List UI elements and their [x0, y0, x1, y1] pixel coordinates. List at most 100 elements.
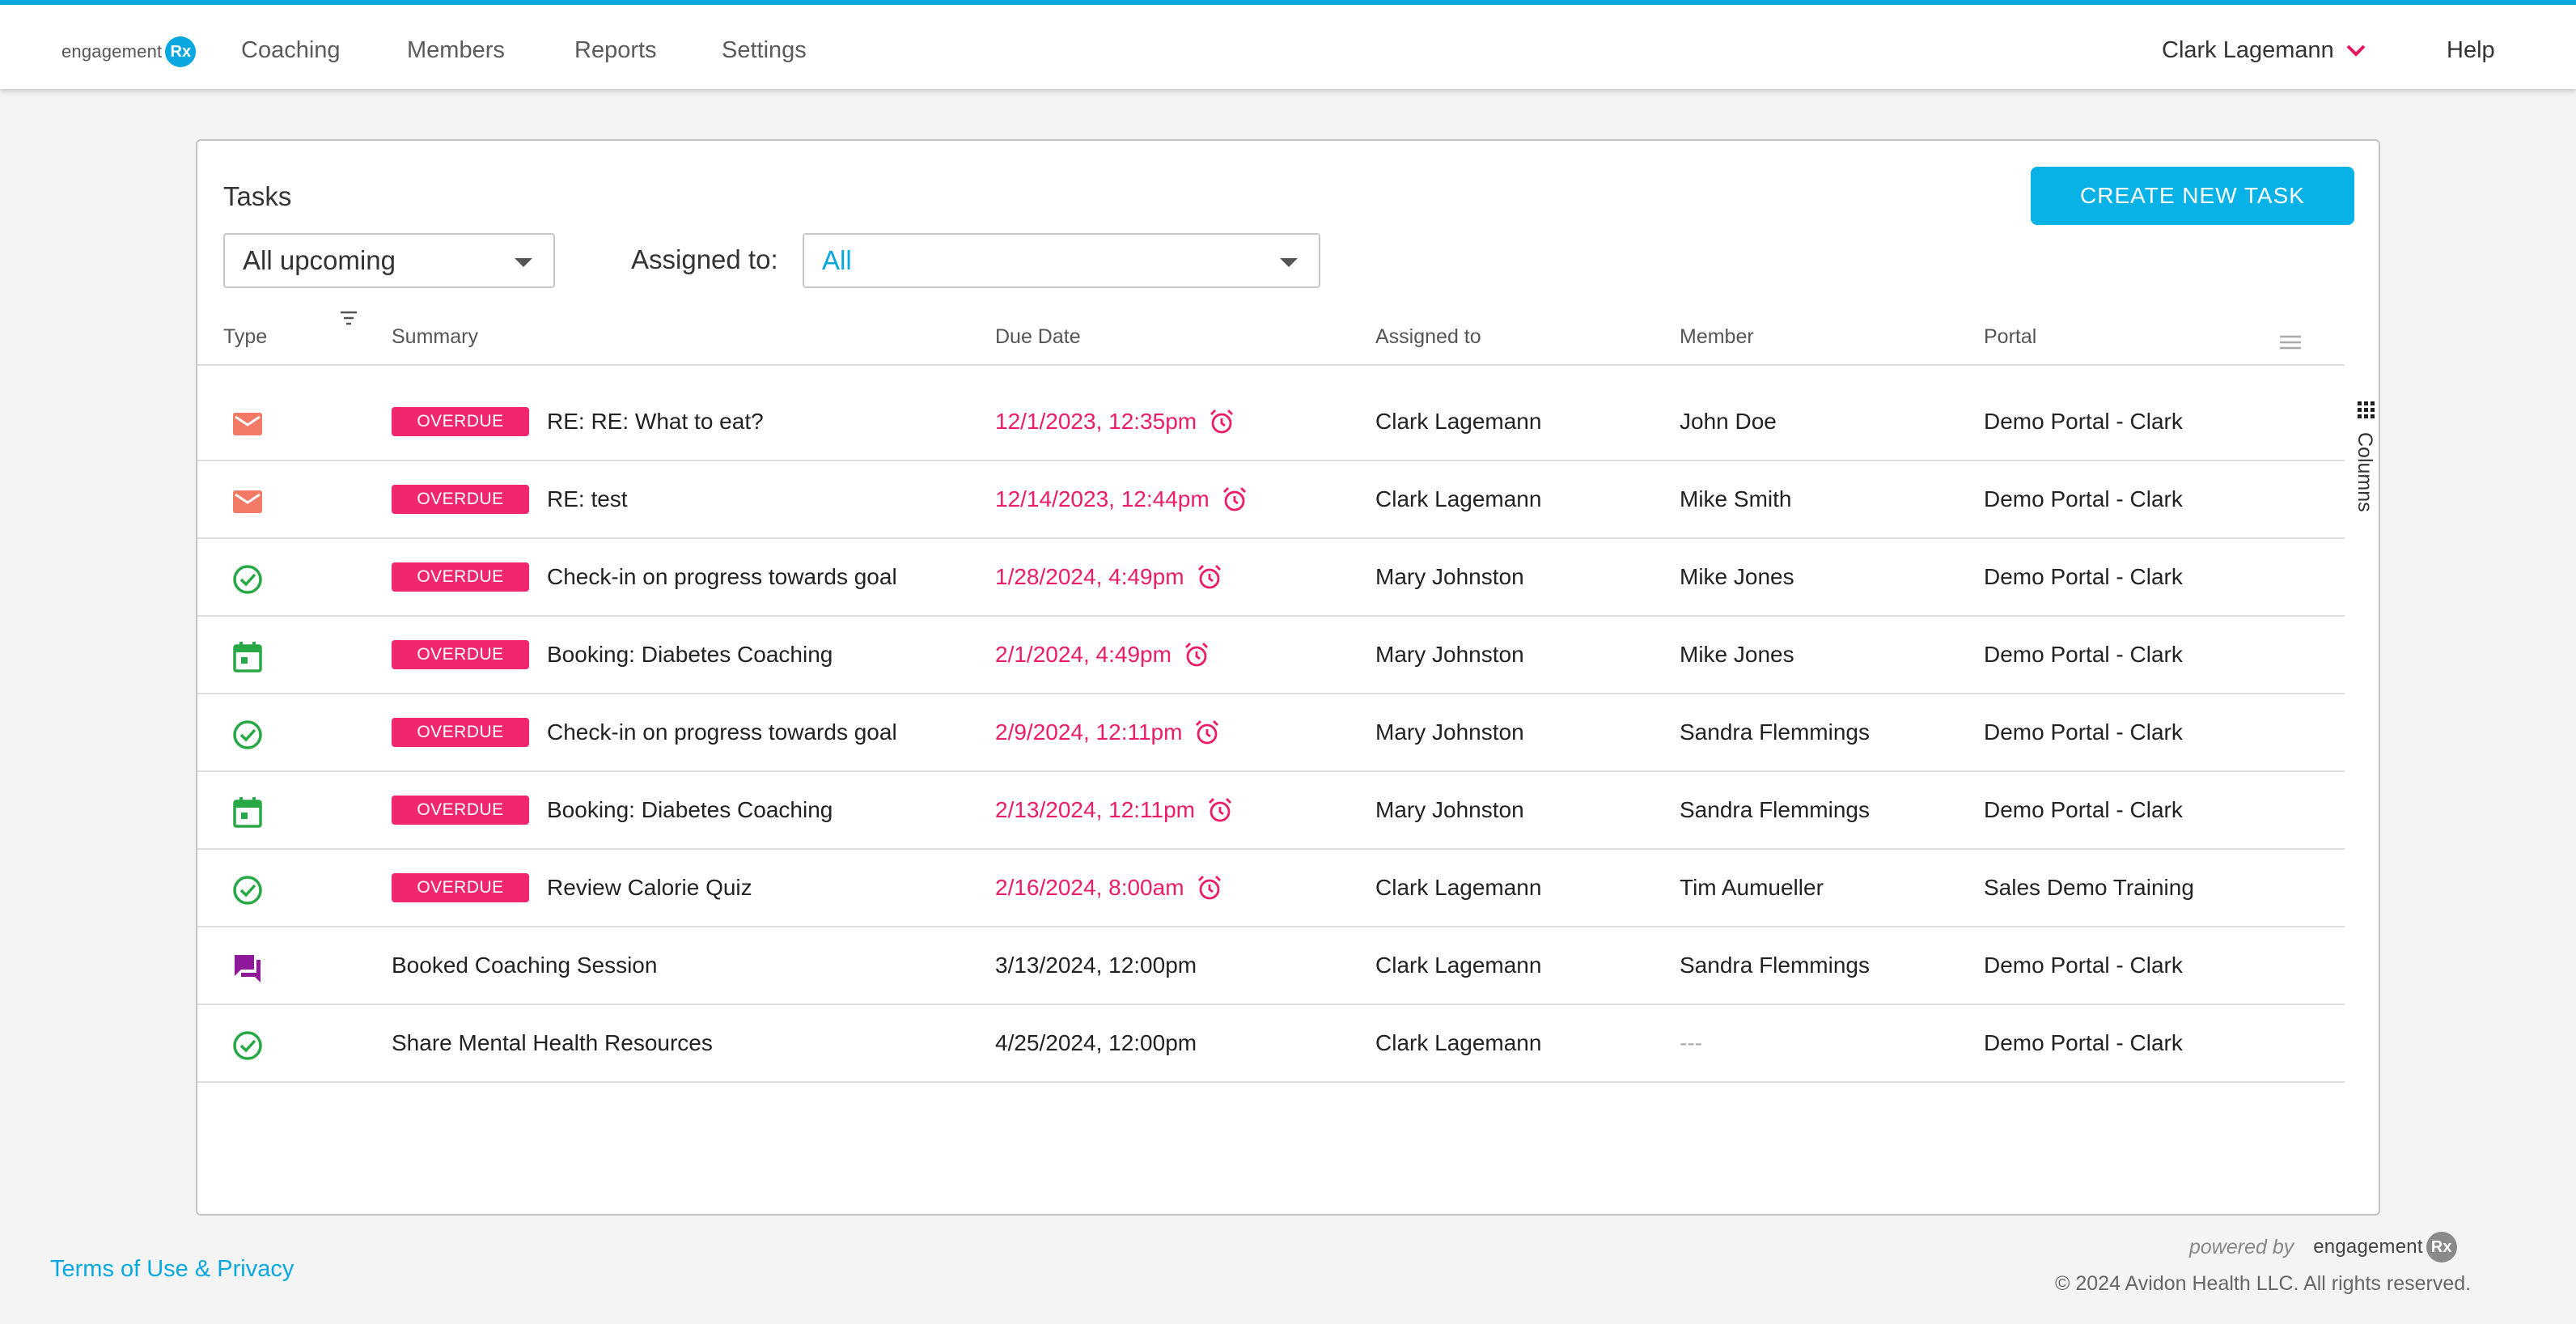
tasks-card: Tasks CREATE NEW TASK All upcoming Assig… [196, 139, 2380, 1216]
summary-cell[interactable]: Booked Coaching Session [392, 927, 657, 1004]
dropdown-caret-icon [515, 258, 532, 267]
column-header-assigned-to[interactable]: Assigned to [1375, 325, 1481, 349]
user-menu[interactable]: Clark Lagemann [2162, 37, 2366, 64]
engagement-rx-logo[interactable]: engagement Rx [61, 34, 197, 70]
assigned-to-cell: Mary Johnston [1375, 564, 1524, 589]
column-header-due-date[interactable]: Due Date [995, 325, 1081, 349]
column-header-summary[interactable]: Summary [392, 325, 478, 349]
portal-cell: Demo Portal - Clark [1984, 409, 2183, 434]
due-date: 3/13/2024, 12:00pm [995, 953, 1197, 978]
powered-by: powered by engagement Rx [2189, 1232, 2457, 1262]
assigned-to-cell: Mary Johnston [1375, 719, 1524, 745]
table-row[interactable]: OVERDUE Check-in on progress towards goal… [197, 694, 2345, 772]
task-summary: Check-in on progress towards goal [547, 719, 897, 745]
nav-settings[interactable]: Settings [722, 37, 807, 64]
portal-cell: Demo Portal - Clark [1984, 486, 2183, 511]
summary-cell[interactable]: Share Mental Health Resources [392, 1005, 713, 1081]
member-cell: Sandra Flemmings [1680, 797, 1870, 822]
due-date: 12/14/2023, 12:44pm [995, 486, 1210, 511]
task-filter-select[interactable]: All upcoming [223, 233, 555, 288]
task-summary: Review Calorie Quiz [547, 875, 752, 900]
logo-text: engagement [61, 41, 163, 62]
summary-cell[interactable]: OVERDUE Booking: Diabetes Coaching [392, 772, 833, 848]
columns-panel-toggle[interactable]: Columns [2351, 401, 2380, 531]
due-date: 2/9/2024, 12:11pm [995, 719, 1183, 745]
assigned-to-label: Assigned to: [631, 244, 778, 274]
column-header-portal[interactable]: Portal [1984, 325, 2036, 349]
assigned-to-cell: Clark Lagemann [1375, 875, 1542, 900]
due-date-cell: 2/16/2024, 8:00am [995, 850, 1223, 926]
portal-cell: Demo Portal - Clark [1984, 797, 2183, 822]
overdue-badge: OVERDUE [392, 640, 529, 669]
task-summary: Booked Coaching Session [392, 953, 658, 978]
task-table-body: OVERDUE RE: RE: What to eat? 12/1/2023, 12… [197, 384, 2345, 1083]
summary-cell[interactable]: OVERDUE Review Calorie Quiz [392, 850, 752, 926]
portal-cell: Sales Demo Training [1984, 875, 2194, 900]
due-date: 1/28/2024, 4:49pm [995, 564, 1184, 589]
due-date: 2/16/2024, 8:00am [995, 875, 1184, 900]
user-name: Clark Lagemann [2162, 37, 2334, 63]
task-summary: RE: test [547, 486, 628, 511]
assigned-to-cell: Clark Lagemann [1375, 953, 1542, 978]
alarm-clock-icon [1196, 874, 1223, 902]
table-row[interactable]: Share Mental Health Resources 4/25/2024, … [197, 1005, 2345, 1083]
member-cell: John Doe [1680, 409, 1777, 434]
summary-cell[interactable]: OVERDUE RE: test [392, 461, 628, 537]
column-header-type[interactable]: Type [223, 325, 267, 349]
alarm-clock-icon [1206, 796, 1234, 824]
summary-cell[interactable]: OVERDUE Booking: Diabetes Coaching [392, 617, 833, 693]
task-summary: Share Mental Health Resources [392, 1030, 713, 1055]
mail-icon [231, 408, 264, 440]
task-summary: Check-in on progress towards goal [547, 564, 897, 589]
member-cell: Mike Jones [1680, 564, 1794, 589]
summary-cell[interactable]: OVERDUE Check-in on progress towards goal [392, 694, 897, 770]
summary-cell[interactable]: OVERDUE Check-in on progress towards goal [392, 539, 897, 615]
check-circle-icon [231, 874, 264, 906]
member-cell: Tim Aumueller [1680, 875, 1824, 900]
overdue-badge: OVERDUE [392, 407, 529, 436]
copyright: © 2024 Avidon Health LLC. All rights res… [2055, 1272, 2472, 1295]
check-circle-icon [231, 563, 264, 596]
due-date: 4/25/2024, 12:00pm [995, 1030, 1197, 1055]
table-row[interactable]: OVERDUE RE: RE: What to eat? 12/1/2023, 12… [197, 384, 2345, 461]
columns-label: Columns [2354, 432, 2376, 512]
portal-cell: Demo Portal - Clark [1984, 953, 2183, 978]
help-link[interactable]: Help [2447, 37, 2495, 64]
terms-privacy-link[interactable]: Terms of Use & Privacy [50, 1256, 294, 1283]
table-row[interactable]: OVERDUE Booking: Diabetes Coaching 2/1/202… [197, 617, 2345, 694]
due-date: 12/1/2023, 12:35pm [995, 409, 1197, 434]
check-circle-icon [231, 1029, 264, 1062]
assigned-to-cell: Mary Johnston [1375, 642, 1524, 667]
table-row[interactable]: OVERDUE Booking: Diabetes Coaching 2/13/20… [197, 772, 2345, 850]
portal-cell: Demo Portal - Clark [1984, 1030, 2183, 1055]
due-date: 2/13/2024, 12:11pm [995, 797, 1196, 822]
task-summary: Booking: Diabetes Coaching [547, 642, 833, 667]
due-date-cell: 2/9/2024, 12:11pm [995, 694, 1221, 770]
assigned-to-cell: Clark Lagemann [1375, 486, 1542, 511]
alarm-clock-icon [1193, 719, 1221, 746]
due-date-cell: 2/13/2024, 12:11pm [995, 772, 1234, 848]
table-row[interactable]: Booked Coaching Session 3/13/2024, 12:00p… [197, 927, 2345, 1005]
alarm-clock-icon [1221, 486, 1248, 513]
assigned-to-select[interactable]: All [803, 233, 1320, 288]
due-date-cell: 12/14/2023, 12:44pm [995, 461, 1248, 537]
nav-reports[interactable]: Reports [574, 37, 657, 64]
table-header: Type Summary Due Date Assigned to Member… [197, 325, 2345, 366]
filter-icon[interactable] [338, 309, 359, 327]
grid-icon [2358, 401, 2375, 418]
column-menu-icon[interactable] [2278, 333, 2303, 351]
due-date-cell: 4/25/2024, 12:00pm [995, 1005, 1197, 1081]
nav-members[interactable]: Members [407, 37, 505, 64]
top-nav-bar: engagement Rx Coaching Members Reports S… [0, 0, 2576, 89]
overdue-badge: OVERDUE [392, 873, 529, 902]
portal-cell: Demo Portal - Clark [1984, 719, 2183, 745]
nav-coaching[interactable]: Coaching [241, 37, 341, 64]
create-new-task-button[interactable]: CREATE NEW TASK [2031, 167, 2354, 225]
table-row[interactable]: OVERDUE Review Calorie Quiz 2/16/2024, 8:0… [197, 850, 2345, 927]
table-row[interactable]: OVERDUE RE: test 12/14/2023, 12:44pm Clark … [197, 461, 2345, 539]
summary-cell[interactable]: OVERDUE RE: RE: What to eat? [392, 384, 764, 460]
column-header-member[interactable]: Member [1680, 325, 1754, 349]
table-row[interactable]: OVERDUE Check-in on progress towards goal… [197, 539, 2345, 617]
due-date-cell: 3/13/2024, 12:00pm [995, 927, 1197, 1004]
assigned-to-value: All [822, 245, 852, 275]
